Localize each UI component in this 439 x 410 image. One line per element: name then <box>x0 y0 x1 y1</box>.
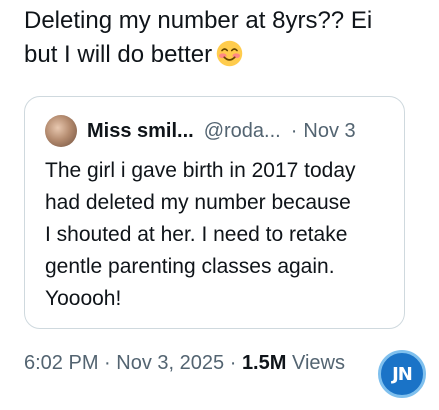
jn-logo-watermark: JN <box>378 350 426 398</box>
quoted-tweet[interactable]: Miss smil... @roda... · Nov 3 The girl i… <box>24 96 405 329</box>
quoted-line: gentle parenting classes again. <box>45 255 335 278</box>
views-label: Views <box>291 352 345 374</box>
quoted-author-handle[interactable]: @roda... <box>204 120 281 143</box>
quoted-line: had deleted my number because <box>45 191 351 214</box>
quoted-line: The girl i gave birth in 2017 today <box>45 159 356 182</box>
tweet-line-2-text: but I will do better <box>24 41 213 68</box>
tweet-text: Deleting my number at 8yrs?? Ei but I wi… <box>24 4 424 72</box>
avatar[interactable] <box>45 115 77 147</box>
tweet-metadata: 6:02 PM · Nov 3, 2025 · 1.5M Views <box>24 352 345 375</box>
smiling-face-icon <box>216 40 243 67</box>
quoted-line: Yooooh! <box>45 287 122 310</box>
quoted-author-name[interactable]: Miss smil... <box>87 120 194 143</box>
views-count: 1.5M <box>241 352 287 374</box>
quoted-tweet-text: The girl i gave birth in 2017 today had … <box>45 155 395 315</box>
quoted-tweet-header: Miss smil... @roda... · Nov 3 <box>45 115 356 147</box>
tweet-line-2: but I will do better <box>24 38 424 72</box>
separator-dot: · <box>104 352 111 374</box>
quoted-line: I shouted at her. I need to retake <box>45 223 348 246</box>
tweet-line-1: Deleting my number at 8yrs?? Ei <box>24 7 373 34</box>
separator-dot: · <box>229 352 237 374</box>
tweet-date[interactable]: Nov 3, 2025 <box>116 352 224 374</box>
tweet-time[interactable]: 6:02 PM <box>24 352 98 374</box>
quoted-tweet-date[interactable]: Nov 3 <box>303 120 355 143</box>
separator-dot: · <box>290 119 298 142</box>
watermark-text: JN <box>392 363 413 385</box>
